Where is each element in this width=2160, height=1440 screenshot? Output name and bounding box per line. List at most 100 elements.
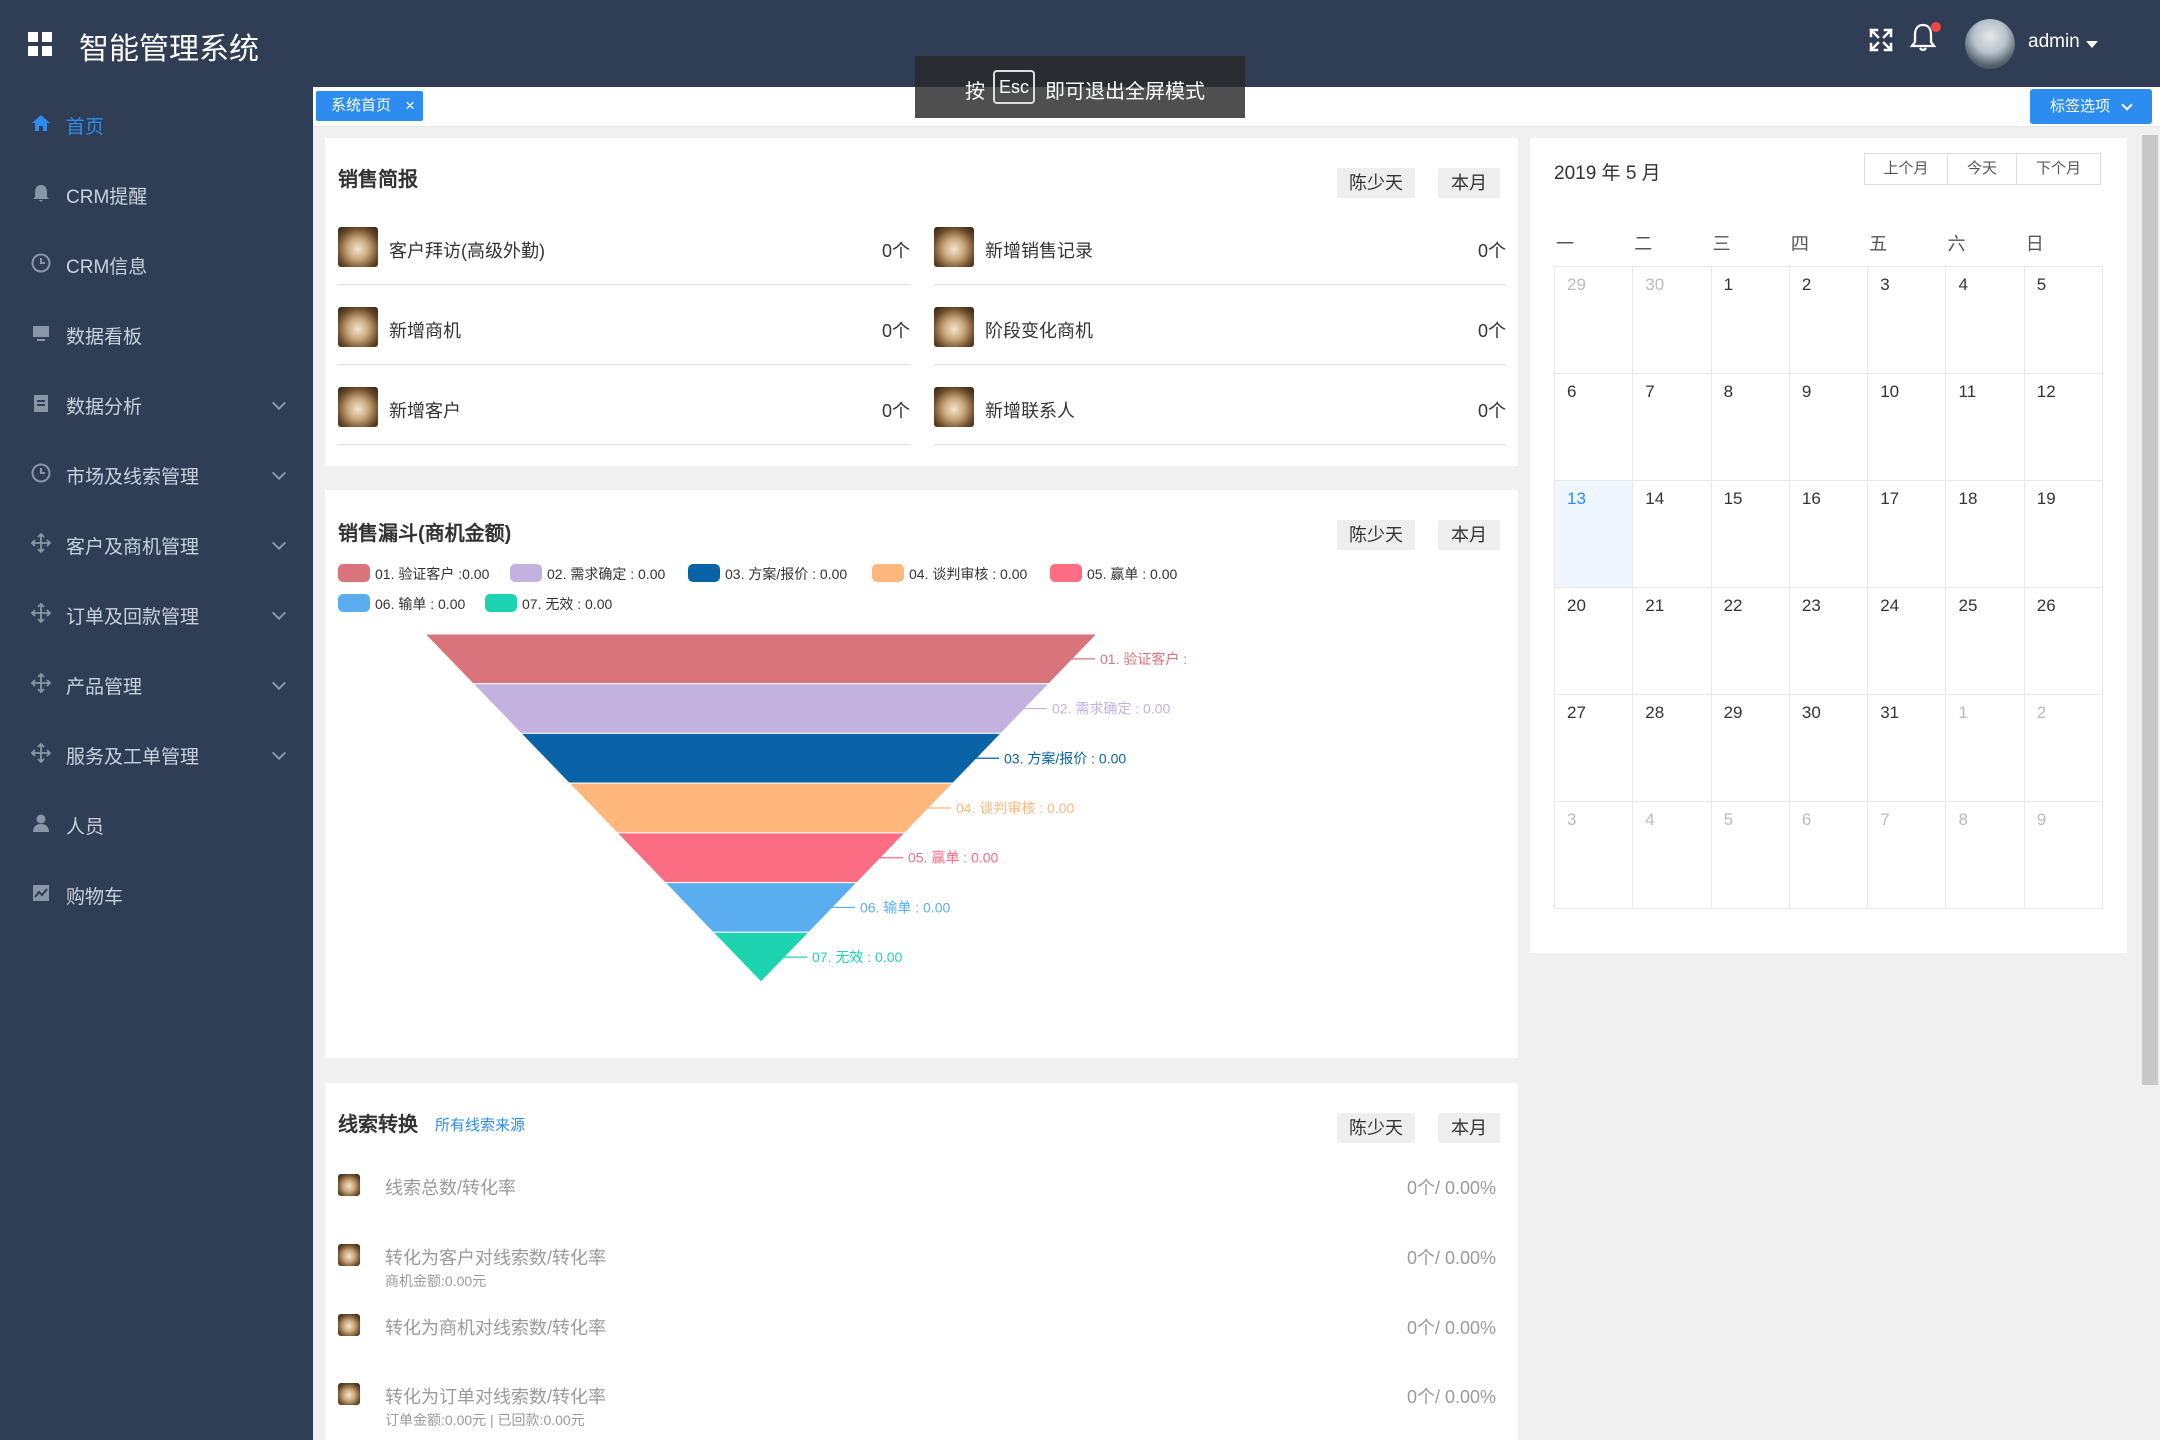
brief-item[interactable]: 新增联系人 0个: [934, 387, 1506, 445]
calendar-day[interactable]: 28: [1633, 695, 1712, 802]
calendar-day[interactable]: 9: [1789, 374, 1869, 481]
sidebar-item-order-payment[interactable]: 订单及回款管理: [0, 578, 313, 648]
calendar-day[interactable]: 5: [2024, 267, 2104, 374]
close-icon[interactable]: ×: [405, 91, 415, 121]
calendar-day[interactable]: 17: [1868, 481, 1947, 588]
sidebar-item-service-ticket[interactable]: 服务及工单管理: [0, 718, 313, 788]
today-button[interactable]: 今天: [1948, 154, 2017, 184]
sidebar-item-customer-opportunity[interactable]: 客户及商机管理: [0, 508, 313, 578]
sidebar-item-market-leads[interactable]: 市场及线索管理: [0, 438, 313, 508]
page-scrollbar[interactable]: [2142, 135, 2158, 1085]
tab-system-home[interactable]: 系统首页 ×: [316, 91, 424, 121]
sidebar-item-staff[interactable]: 人员: [0, 788, 313, 858]
brief-item[interactable]: 新增销售记录 0个: [934, 227, 1506, 285]
calendar-day[interactable]: 1: [1946, 695, 2025, 802]
sidebar-item-cart[interactable]: 购物车: [0, 858, 313, 928]
calendar-day[interactable]: 11: [1946, 374, 2025, 481]
calendar-day[interactable]: 30: [1633, 267, 1712, 374]
brief-item[interactable]: 阶段变化商机 0个: [934, 307, 1506, 365]
calendar-day-number: 3: [1567, 810, 1577, 829]
this-month-button[interactable]: 本月: [1438, 1113, 1500, 1143]
calendar-day[interactable]: 9: [2024, 802, 2104, 909]
funnel-stage[interactable]: [471, 683, 1051, 734]
funnel-stage-label: 03. 方案/报价 : 0.00: [1004, 750, 1126, 766]
sidebar-item-label: 客户及商机管理: [66, 537, 200, 558]
user-menu-caret-icon[interactable]: [2086, 41, 2098, 48]
calendar-day[interactable]: 6: [1555, 374, 1634, 481]
fullscreen-icon[interactable]: [1868, 27, 1894, 53]
calendar-day[interactable]: 20: [1555, 588, 1634, 695]
funnel-stage-label: 05. 赢单 : 0.00: [908, 850, 998, 866]
calendar-day[interactable]: 5: [1711, 802, 1790, 909]
calendar-day[interactable]: 29: [1711, 695, 1790, 802]
move-icon: [30, 742, 52, 764]
calendar-day[interactable]: 24: [1868, 588, 1947, 695]
calendar-day-number: 1: [1958, 703, 1968, 722]
sidebar-item-home[interactable]: 首页: [0, 88, 313, 158]
calendar-day-today[interactable]: 13: [1555, 481, 1634, 588]
funnel-stage[interactable]: [615, 832, 907, 884]
calendar-day[interactable]: 26: [2024, 588, 2104, 695]
calendar-day[interactable]: 23: [1789, 588, 1869, 695]
item-thumbnail: [934, 387, 974, 427]
brief-item[interactable]: 新增客户 0个: [338, 387, 910, 445]
calendar-day[interactable]: 29: [1555, 267, 1634, 374]
calendar-day[interactable]: 18: [1946, 481, 2025, 588]
funnel-stage[interactable]: [519, 732, 1003, 784]
calendar-weekday: 六: [1947, 234, 1966, 254]
funnel-stage[interactable]: [423, 633, 1099, 685]
funnel-stage[interactable]: [567, 782, 955, 834]
calendar-day[interactable]: 3: [1868, 267, 1947, 374]
lead-stat-value: 0个/ 0.00%: [1406, 1318, 1496, 1338]
sidebar-item-data-board[interactable]: 数据看板: [0, 298, 313, 368]
calendar-day[interactable]: 27: [1555, 695, 1634, 802]
sidebar-item-crm-reminder[interactable]: CRM提醒: [0, 158, 313, 228]
next-month-button[interactable]: 下个月: [2017, 154, 2100, 184]
apps-grid-icon[interactable]: [28, 32, 52, 56]
calendar-day[interactable]: 22: [1711, 588, 1790, 695]
calendar-day[interactable]: 25: [1946, 588, 2025, 695]
calendar-day[interactable]: 14: [1633, 481, 1712, 588]
recent-days-button[interactable]: 陈少天: [1337, 168, 1415, 198]
calendar-day[interactable]: 21: [1633, 588, 1712, 695]
lead-source-link[interactable]: 所有线索来源: [435, 1114, 525, 1135]
sidebar-item-crm-info[interactable]: CRM信息: [0, 228, 313, 298]
calendar-day[interactable]: 16: [1789, 481, 1869, 588]
calendar-day[interactable]: 19: [2024, 481, 2104, 588]
calendar-day[interactable]: 7: [1633, 374, 1712, 481]
chevron-down-icon: [2121, 99, 2133, 111]
calendar-day-number: 5: [1723, 810, 1734, 829]
calendar-grid: 29 30 1 2 3 4 5 6 7 8 9 10 11 12 13 14 15 16 17 18 19 20 21 22 2…: [1554, 266, 2104, 909]
calendar-day-number: 6: [1801, 810, 1812, 829]
calendar-day[interactable]: 3: [1555, 802, 1634, 909]
sidebar-item-data-analysis[interactable]: 数据分析: [0, 368, 313, 438]
user-name[interactable]: admin: [2028, 31, 2080, 53]
this-month-button[interactable]: 本月: [1438, 168, 1500, 198]
lead-stat-value: 0个/ 0.00%: [1406, 1248, 1496, 1268]
sidebar-item-product[interactable]: 产品管理: [0, 648, 313, 718]
toast-suffix: 即可退出全屏模式: [1045, 81, 1205, 103]
user-avatar[interactable]: [1965, 19, 2015, 69]
calendar-day[interactable]: 8: [1946, 802, 2025, 909]
calendar-day[interactable]: 1: [1711, 267, 1790, 374]
calendar-day[interactable]: 8: [1711, 374, 1790, 481]
esc-key-badge: Esc: [993, 70, 1035, 104]
brief-item[interactable]: 客户拜访(高级外勤) 0个: [338, 227, 910, 285]
calendar-day[interactable]: 30: [1789, 695, 1869, 802]
brief-item[interactable]: 新增商机 0个: [338, 307, 910, 365]
recent-days-button[interactable]: 陈少天: [1337, 1113, 1415, 1143]
calendar-day[interactable]: 15: [1711, 481, 1790, 588]
tab-options-button[interactable]: 标签选项: [2030, 89, 2152, 124]
calendar-day-number: 13: [1567, 489, 1586, 508]
calendar-day-number: 4: [1958, 275, 1968, 294]
calendar-day[interactable]: 6: [1789, 802, 1869, 909]
calendar-day[interactable]: 4: [1633, 802, 1712, 909]
calendar-day[interactable]: 31: [1868, 695, 1947, 802]
calendar-day[interactable]: 4: [1946, 267, 2025, 374]
calendar-day[interactable]: 10: [1868, 374, 1947, 481]
calendar-day[interactable]: 2: [2024, 695, 2104, 802]
calendar-day[interactable]: 12: [2024, 374, 2104, 481]
prev-month-button[interactable]: 上个月: [1865, 154, 1948, 184]
calendar-day[interactable]: 2: [1789, 267, 1869, 374]
calendar-day[interactable]: 7: [1868, 802, 1947, 909]
